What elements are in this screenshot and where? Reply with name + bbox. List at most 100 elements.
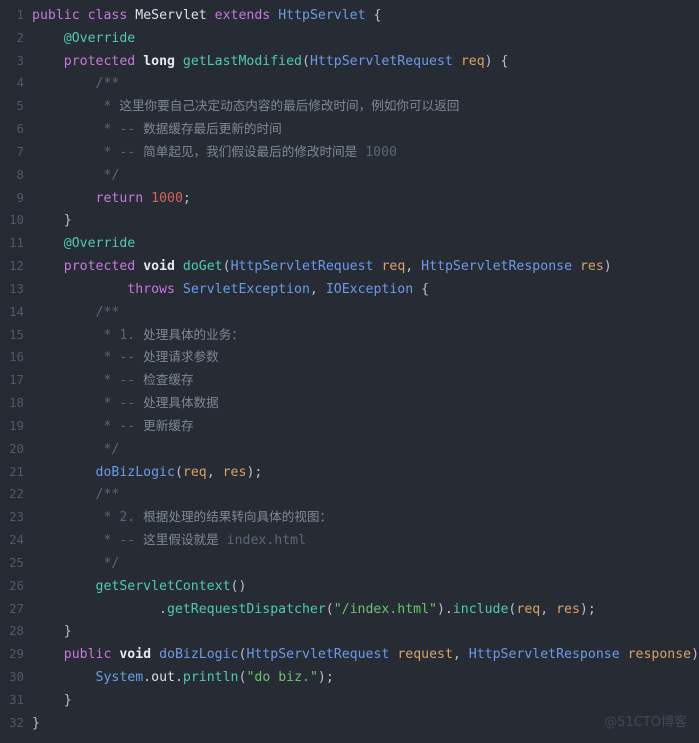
- code-line[interactable]: 22 /**: [0, 483, 699, 506]
- code-token-cmt: /**: [32, 76, 120, 92]
- code-line[interactable]: 4 /**: [0, 72, 699, 95]
- code-token-param: res: [579, 259, 604, 275]
- code-token-type: HttpServletRequest: [246, 647, 390, 663]
- code-line[interactable]: 8 */: [0, 164, 699, 187]
- code-line[interactable]: 19 * -- 更新缓存: [0, 415, 699, 438]
- line-content[interactable]: * -- 检查缓存: [24, 369, 193, 393]
- code-token-kw: public: [32, 8, 80, 23]
- line-content[interactable]: @Override: [24, 28, 135, 51]
- line-content[interactable]: /**: [24, 302, 120, 325]
- code-line[interactable]: 3 protected long getLastModified(HttpSer…: [0, 50, 699, 73]
- line-content[interactable]: * -- 这里假设就是 index.html: [24, 529, 306, 553]
- code-token-punc: }: [32, 692, 72, 708]
- code-line[interactable]: 25 */: [0, 552, 699, 575]
- line-content[interactable]: * -- 更新缓存: [24, 415, 193, 439]
- code-line[interactable]: 20 */: [0, 438, 699, 461]
- code-line[interactable]: 18 * -- 处理具体数据: [0, 392, 699, 415]
- code-line[interactable]: 7 * -- 简单起见，我们假设最后的修改时间是 1000: [0, 141, 699, 164]
- code-line[interactable]: 2 @Override: [0, 27, 699, 50]
- line-content[interactable]: * -- 处理具体数据: [24, 392, 218, 416]
- code-line[interactable]: 6 * -- 数据缓存最后更新的时间: [0, 118, 699, 141]
- code-token-type: HttpServletRequest: [309, 53, 453, 69]
- code-token-fn: getServletContext: [95, 578, 231, 594]
- code-token-punc: (: [174, 464, 183, 480]
- code-line[interactable]: 32}: [0, 712, 699, 735]
- code-token-param: req: [460, 53, 485, 69]
- code-line[interactable]: 10 }: [0, 209, 699, 232]
- code-line[interactable]: 15 * 1. 处理具体的业务：: [0, 324, 699, 347]
- code-line[interactable]: 16 * -- 处理请求参数: [0, 346, 699, 369]
- line-number: 18: [9, 395, 24, 411]
- code-token-type: HttpServletResponse: [468, 647, 620, 663]
- code-line[interactable]: 14 /**: [0, 301, 699, 324]
- code-token-punc: ,: [309, 281, 326, 297]
- line-number: 23: [9, 509, 24, 525]
- line-number: 31: [9, 691, 24, 707]
- line-content[interactable]: */: [24, 439, 119, 462]
- line-content[interactable]: protected long getLastModified(HttpServl…: [24, 51, 509, 74]
- line-content[interactable]: public class MeServlet extends HttpServl…: [24, 5, 381, 28]
- code-content[interactable]: 1 public class MeServlet extends HttpServ…: [0, 0, 699, 735]
- line-number: 17: [9, 372, 24, 388]
- code-line[interactable]: 28 }: [0, 620, 699, 643]
- line-content[interactable]: }: [24, 690, 72, 713]
- code-line[interactable]: 29 public void doBizLogic(HttpServletReq…: [0, 643, 699, 666]
- line-content[interactable]: .getRequestDispatcher("/index.html").inc…: [24, 599, 596, 622]
- line-content[interactable]: }: [24, 210, 72, 233]
- code-token-punc: .: [143, 670, 152, 686]
- code-line[interactable]: 21 doBizLogic(req, res);: [0, 461, 699, 484]
- code-line[interactable]: 24 * -- 这里假设就是 index.html: [0, 529, 699, 552]
- code-line[interactable]: 12 protected void doGet(HttpServletReque…: [0, 255, 699, 278]
- line-content[interactable]: @Override: [24, 233, 135, 256]
- line-number: 22: [9, 486, 24, 502]
- code-line[interactable]: 13 throws ServletException, IOException …: [0, 278, 699, 301]
- line-content[interactable]: }: [24, 713, 40, 736]
- line-content[interactable]: * -- 处理请求参数: [24, 346, 219, 370]
- line-content[interactable]: getServletContext(): [24, 576, 247, 599]
- code-token-cmtcn: 根据处理的结果转向具体的视图：: [143, 509, 333, 525]
- code-editor: 1 public class MeServlet extends HttpServ…: [0, 0, 699, 743]
- code-token-cmt: * --: [32, 350, 144, 366]
- code-line[interactable]: 9 return 1000;: [0, 187, 699, 210]
- line-content[interactable]: * 这里你要自己决定动态内容的最后修改时间，例如你可以返回: [24, 95, 459, 119]
- line-number: 1: [16, 7, 24, 22]
- code-token-type: HttpServlet: [278, 8, 366, 23]
- line-content[interactable]: }: [24, 621, 72, 644]
- line-content[interactable]: /**: [24, 484, 120, 507]
- code-token-punc: ) {: [484, 53, 509, 69]
- code-line[interactable]: 27 .getRequestDispatcher("/index.html").…: [0, 598, 699, 621]
- code-token-cmtcn: 处理请求参数: [143, 349, 219, 365]
- line-content[interactable]: * 1. 处理具体的业务：: [24, 324, 243, 348]
- code-token-kw: throws: [127, 281, 175, 297]
- line-content[interactable]: */: [24, 553, 119, 576]
- code-line[interactable]: 11 @Override: [0, 232, 699, 255]
- line-content[interactable]: */: [24, 165, 119, 188]
- code-line[interactable]: 5 * 这里你要自己决定动态内容的最后修改时间，例如你可以返回: [0, 95, 699, 118]
- code-line[interactable]: 17 * -- 检查缓存: [0, 369, 699, 392]
- code-token-fn: doGet: [182, 259, 223, 275]
- code-token-punc: ,: [452, 647, 469, 663]
- line-content[interactable]: doBizLogic(req, res);: [24, 462, 263, 485]
- code-token-punc: {: [365, 8, 382, 23]
- line-content[interactable]: return 1000;: [24, 188, 191, 211]
- line-content[interactable]: /**: [24, 73, 120, 96]
- line-number: 30: [9, 669, 24, 685]
- code-token-punc: ,: [540, 601, 557, 617]
- line-content[interactable]: protected void doGet(HttpServletRequest …: [24, 256, 612, 279]
- code-line[interactable]: 30 System.out.println("do biz.");: [0, 666, 699, 689]
- code-line[interactable]: 31 }: [0, 689, 699, 712]
- line-content[interactable]: * -- 简单起见，我们假设最后的修改时间是 1000: [24, 141, 397, 165]
- line-content[interactable]: * -- 数据缓存最后更新的时间: [24, 118, 281, 142]
- line-number: 12: [9, 258, 24, 274]
- line-content[interactable]: System.out.println("do biz.");: [24, 667, 334, 690]
- code-line[interactable]: 26 getServletContext(): [0, 575, 699, 598]
- watermark: @51CTO博客: [604, 715, 687, 731]
- line-content[interactable]: * 2. 根据处理的结果转向具体的视图：: [24, 506, 332, 530]
- code-line[interactable]: 1 public class MeServlet extends HttpServ…: [0, 4, 699, 27]
- code-token-punc: }: [32, 715, 40, 731]
- code-line[interactable]: 23 * 2. 根据处理的结果转向具体的视图：: [0, 506, 699, 529]
- line-content[interactable]: throws ServletException, IOException {: [24, 279, 429, 302]
- line-content[interactable]: public void doBizLogic(HttpServletReques…: [24, 644, 699, 667]
